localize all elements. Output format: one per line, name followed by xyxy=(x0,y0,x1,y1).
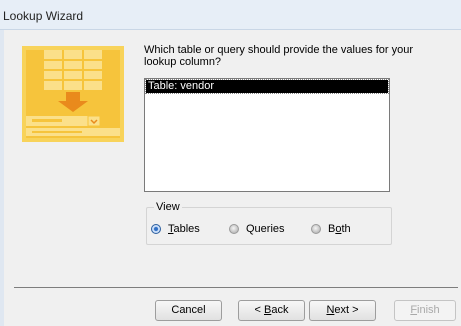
table-query-listbox[interactable]: Table: vendor xyxy=(144,78,390,192)
back-button[interactable]: < Back xyxy=(238,300,305,321)
radio-both[interactable]: Both xyxy=(311,222,351,236)
lookup-wizard-window: Lookup Wizard Which table or query shoul… xyxy=(0,0,461,326)
cancel-button[interactable]: Cancel xyxy=(155,300,222,321)
radio-unchecked-icon xyxy=(229,224,239,234)
radio-checked-icon xyxy=(151,224,161,234)
radio-queries[interactable]: Queries xyxy=(229,222,285,236)
wizard-illustration-icon xyxy=(22,46,124,142)
finish-button[interactable]: Finish xyxy=(394,300,456,321)
view-group-title: View xyxy=(154,201,182,213)
radio-queries-label: Queries xyxy=(246,223,285,235)
separator-line xyxy=(14,287,458,288)
title-bar[interactable]: Lookup Wizard xyxy=(0,0,461,30)
radio-both-label: Both xyxy=(328,223,351,235)
next-button[interactable]: Next > xyxy=(309,300,376,321)
radio-unchecked-icon xyxy=(311,224,321,234)
list-item[interactable]: Table: vendor xyxy=(145,79,389,94)
wizard-question: Which table or query should provide the … xyxy=(144,44,414,68)
window-title: Lookup Wizard xyxy=(3,9,84,23)
radio-tables-label: Tables xyxy=(168,223,200,235)
window-border xyxy=(0,30,4,326)
radio-tables[interactable]: Tables xyxy=(151,222,200,236)
